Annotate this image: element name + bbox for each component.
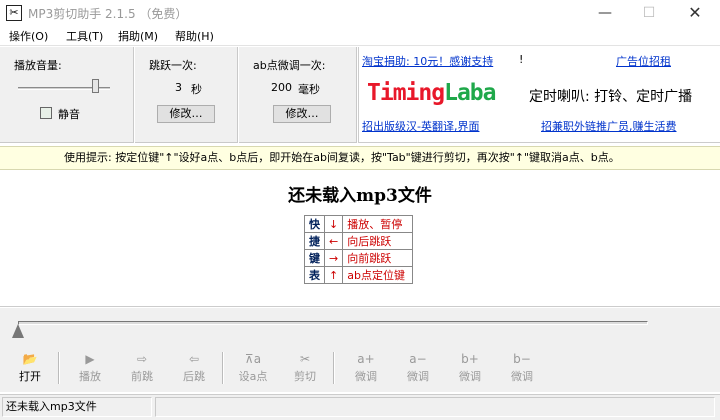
b-plus-button[interactable]: b+ 微调 — [446, 350, 494, 388]
jump-unit: 秒 — [191, 83, 202, 96]
cut-button[interactable]: ✂ 剪切 — [281, 350, 329, 388]
ad-panel: 淘宝捐助: 10元！感谢支持 ! 广告位招租 TimingLaba 定时喇叭: … — [358, 47, 720, 143]
no-file-title: 还未载入mp3文件 — [288, 186, 432, 206]
shortcut-desc: 向后跳跃 — [342, 232, 414, 250]
fine-tune-panel: ab点微调一次: 200 毫秒 修改… — [239, 47, 357, 143]
mute-checkbox[interactable] — [40, 107, 52, 119]
open-folder-icon: 📂 — [22, 352, 38, 366]
a-plus-button[interactable]: a+ 微调 — [342, 350, 390, 388]
donate-link[interactable]: 淘宝捐助: 10元！感谢支持 — [362, 53, 493, 69]
title-bar: ✂ MP3剪切助手 2.1.5 （免费） — ☐ ✕ — [0, 0, 720, 26]
b-plus-icon: b+ — [461, 352, 479, 366]
shortcut-side-char: 键 — [304, 249, 325, 267]
jump-value: 3 — [175, 81, 182, 94]
open-button[interactable]: 📂 打开 — [6, 350, 54, 388]
shortcut-side-char: 表 — [304, 266, 325, 284]
menu-donate[interactable]: 捐助(M) — [118, 28, 158, 44]
promoter-link[interactable]: 招兼职外链推广员,赚生活费 — [541, 118, 677, 134]
b-minus-icon: b− — [513, 352, 531, 366]
fine-tune-edit-button[interactable]: 修改… — [273, 105, 331, 123]
scissors-icon: ✂ — [6, 5, 22, 21]
jump-panel: 跳跃一次: 3 秒 修改… — [135, 47, 238, 143]
toolbar: 📂 打开 ▶ 播放 ⇨ 前跳 ⇦ 后跳 ⊼a 设a点 ✂ 剪切 a+ 微调 a−… — [0, 344, 720, 392]
toolbar-separator — [222, 352, 224, 384]
volume-label: 播放音量: — [14, 59, 62, 72]
shortcut-side-char: 快 — [304, 215, 325, 233]
maximize-button: ☐ — [642, 5, 656, 21]
b-minus-button[interactable]: b− 微调 — [498, 350, 546, 388]
shortcut-key: ↓ — [323, 215, 344, 233]
jump-label: 跳跃一次: — [149, 59, 197, 72]
seek-bar — [0, 308, 720, 344]
menu-bar: 操作(O) 工具(T) 捐助(M) 帮助(H) — [0, 26, 720, 46]
minimize-button[interactable]: — — [582, 0, 628, 26]
forward-jump-icon: ⇨ — [136, 352, 148, 366]
a-plus-icon: a+ — [357, 352, 375, 366]
menu-help[interactable]: 帮助(H) — [175, 28, 214, 44]
play-icon: ▶ — [85, 352, 95, 366]
play-button[interactable]: ▶ 播放 — [66, 350, 114, 388]
shortcut-key: ↑ — [323, 266, 344, 284]
window-title: MP3剪切助手 2.1.5 （免费） — [28, 7, 188, 21]
shortcut-table: 快 ↓ 播放、暂停 捷 ← 向后跳跃 键 → 向前跳跃 表 ↑ ab点定位键 — [304, 215, 414, 284]
scissors-icon: ✂ — [299, 352, 311, 366]
main-area: 还未载入mp3文件 快 ↓ 播放、暂停 捷 ← 向后跳跃 键 → 向前跳跃 表 … — [0, 171, 720, 307]
volume-panel: 播放音量: 静音 — [0, 47, 134, 143]
fine-tune-value: 200 — [271, 81, 292, 94]
fine-tune-unit: 毫秒 — [298, 83, 320, 96]
volume-slider-thumb[interactable] — [92, 79, 100, 93]
jump-edit-button[interactable]: 修改… — [157, 105, 215, 123]
shortcut-side-char: 捷 — [304, 232, 325, 250]
timinglaba-tagline[interactable]: 定时喇叭: 打铃、定时广播 — [529, 86, 692, 106]
shortcut-desc: ab点定位键 — [342, 266, 414, 284]
shortcut-desc: 向前跳跃 — [342, 249, 414, 267]
status-text: 还未载入mp3文件 — [2, 397, 152, 417]
mute-label: 静音 — [58, 108, 80, 121]
usage-tip: 使用提示: 按定位键"↑"设好a点、b点后，即开始在ab间复读，按"Tab"键进… — [0, 146, 720, 170]
status-bar: 还未载入mp3文件 — [0, 394, 720, 420]
timinglaba-logo[interactable]: TimingLaba — [367, 80, 496, 106]
close-button[interactable]: ✕ — [672, 0, 718, 26]
seek-thumb[interactable] — [12, 324, 24, 338]
fine-tune-label: ab点微调一次: — [253, 59, 326, 72]
backward-jump-icon: ⇦ — [188, 352, 200, 366]
shortcut-key: → — [323, 249, 344, 267]
toolbar-separator — [58, 352, 60, 384]
menu-tools[interactable]: 工具(T) — [66, 28, 103, 44]
status-cell-empty — [155, 397, 715, 417]
set-a-point-icon: ⊼a — [244, 352, 262, 366]
translator-link[interactable]: 招出版级汉-英翻译,界面 — [362, 118, 479, 134]
ad-space-link[interactable]: 广告位招租 — [616, 53, 671, 69]
shortcut-key: ← — [323, 232, 344, 250]
donate-suffix: ! — [519, 53, 524, 66]
menu-operation[interactable]: 操作(O) — [9, 28, 48, 44]
a-minus-button[interactable]: a− 微调 — [394, 350, 442, 388]
a-minus-icon: a− — [409, 352, 427, 366]
set-a-point-button[interactable]: ⊼a 设a点 — [229, 350, 277, 388]
backward-jump-button[interactable]: ⇦ 后跳 — [170, 350, 218, 388]
forward-jump-button[interactable]: ⇨ 前跳 — [118, 350, 166, 388]
toolbar-separator — [333, 352, 335, 384]
seek-track[interactable] — [18, 321, 648, 325]
shortcut-desc: 播放、暂停 — [342, 215, 414, 233]
